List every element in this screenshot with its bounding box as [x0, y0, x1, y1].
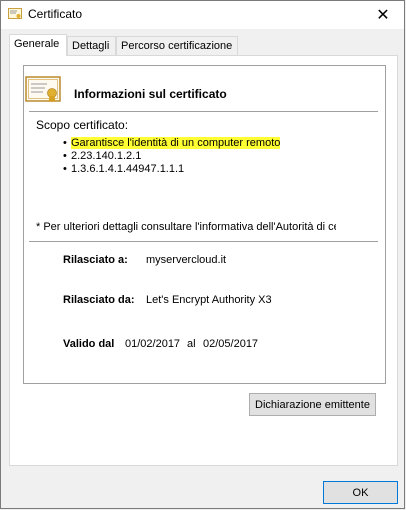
divider: [29, 111, 378, 112]
footnote: * Per ulteriori dettagli consultare l'in…: [36, 221, 336, 233]
valid-to-value: 02/05/2017: [203, 338, 259, 350]
certificate-dialog: Certificato ✕ Generale Dettagli Percorso…: [0, 0, 405, 509]
window-title: Certificato: [28, 7, 83, 21]
purpose-list: • Garantisce l'identità di un computer re…: [63, 137, 281, 176]
close-icon[interactable]: ✕: [362, 1, 404, 29]
list-item: • Garantisce l'identità di un computer re…: [63, 137, 281, 149]
ok-button[interactable]: OK: [323, 481, 398, 504]
tab-generale[interactable]: Generale: [9, 34, 67, 56]
issued-by-value: Let's Encrypt Authority X3: [146, 294, 272, 306]
certificate-heading: Informazioni sul certificato: [74, 87, 227, 101]
issued-by-label: Rilasciato da:: [63, 294, 135, 306]
valid-from-value: 01/02/2017: [125, 338, 181, 350]
issuer-statement-button[interactable]: Dichiarazione emittente: [249, 393, 376, 416]
purpose-text: 1.3.6.1.4.1.44947.1.1.1: [71, 163, 185, 175]
title-bar[interactable]: Certificato ✕: [1, 1, 404, 29]
divider: [29, 241, 378, 242]
purpose-text: 2.23.140.1.2.1: [71, 150, 142, 162]
tab-dettagli[interactable]: Dettagli: [67, 36, 116, 55]
valid-separator: al: [187, 338, 196, 350]
issued-to-label: Rilasciato a:: [63, 254, 128, 266]
purpose-text: Garantisce l'identità di un computer rem…: [71, 137, 281, 149]
certificate-icon: [25, 76, 61, 103]
issued-to-value: myservercloud.it: [146, 254, 227, 266]
list-item: • 1.3.6.1.4.1.44947.1.1.1: [63, 163, 185, 175]
tab-percorso-certificazione[interactable]: Percorso certificazione: [116, 36, 238, 55]
scope-label: Scopo certificato:: [36, 118, 129, 132]
list-item: • 2.23.140.1.2.1: [63, 150, 142, 162]
valid-label: Valido dal: [63, 338, 115, 350]
certificate-icon: [8, 8, 22, 19]
